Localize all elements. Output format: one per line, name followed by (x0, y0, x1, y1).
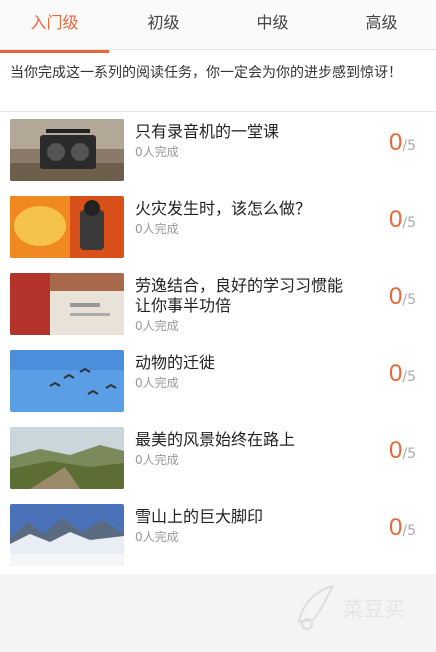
item-completion-count: 0人完成 (135, 453, 179, 467)
intro-text: 当你完成这一系列的阅读任务，你一定会为你的进步感到惊讶！ (0, 50, 436, 112)
score-total: /5 (402, 446, 416, 462)
tab-intermediate[interactable]: 中级 (218, 0, 327, 49)
item-score: 0/5 (389, 437, 416, 465)
item-completion-count: 0人完成 (135, 222, 179, 236)
birds-thumbnail (10, 350, 124, 412)
item-score: 0/5 (389, 206, 416, 234)
tab-entry-level[interactable]: 入门级 (0, 0, 109, 53)
score-total: /5 (402, 292, 416, 308)
score-value: 0 (389, 437, 403, 464)
tab-beginner[interactable]: 初级 (109, 0, 218, 49)
item-title: 火灾发生时，该怎么做？ (135, 199, 312, 218)
item-score: 0/5 (389, 360, 416, 388)
score-total: /5 (402, 215, 416, 231)
item-score: 0/5 (389, 129, 416, 157)
item-title: 只有录音机的一堂课 (135, 122, 280, 141)
item-completion-count: 0人完成 (135, 319, 179, 333)
item-title: 雪山上的巨大脚印 (135, 507, 264, 526)
landscape-thumbnail (10, 427, 124, 489)
score-total: /5 (402, 523, 416, 539)
tab-advanced[interactable]: 高级 (327, 0, 436, 49)
list-item[interactable]: 动物的迁徙 0人完成 0/5 (0, 343, 436, 420)
item-title: 最美的风景始终在路上 (135, 430, 296, 449)
item-completion-count: 0人完成 (135, 145, 179, 159)
level-tabs: 入门级 初级 中级 高级 (0, 0, 436, 53)
list-item[interactable]: 雪山上的巨大脚印 0人完成 0/5 (0, 497, 436, 574)
bird-logo-icon (297, 584, 336, 630)
item-score: 0/5 (389, 514, 416, 542)
score-value: 0 (389, 360, 403, 387)
item-completion-count: 0人完成 (135, 376, 179, 390)
radio-thumbnail (10, 119, 124, 181)
item-completion-count: 0人完成 (135, 530, 179, 544)
snow-mountain-thumbnail (10, 504, 124, 566)
score-value: 0 (389, 283, 403, 310)
score-total: /5 (402, 138, 416, 154)
item-title: 劳逸结合，良好的学习习惯能让你事半功倍 (135, 276, 344, 315)
list-item[interactable]: 劳逸结合，良好的学习习惯能让你事半功倍 0人完成 0/5 (0, 266, 436, 343)
reading-list: 只有录音机的一堂课 0人完成 0/5 火灾发生时，该怎么做？ 0人完成 0/5 (0, 112, 436, 574)
score-value: 0 (389, 129, 403, 156)
watermark: 菜豆买 (293, 582, 406, 632)
study-thumbnail (10, 273, 124, 335)
item-title: 动物的迁徙 (135, 353, 216, 372)
score-total: /5 (402, 369, 416, 385)
item-score: 0/5 (389, 283, 416, 311)
list-item[interactable]: 只有录音机的一堂课 0人完成 0/5 (0, 112, 436, 189)
fire-thumbnail (10, 196, 124, 258)
score-value: 0 (389, 206, 403, 233)
score-value: 0 (389, 514, 403, 541)
list-item[interactable]: 火灾发生时，该怎么做？ 0人完成 0/5 (0, 189, 436, 266)
list-item[interactable]: 最美的风景始终在路上 0人完成 0/5 (0, 420, 436, 497)
watermark-text: 菜豆买 (343, 596, 406, 621)
